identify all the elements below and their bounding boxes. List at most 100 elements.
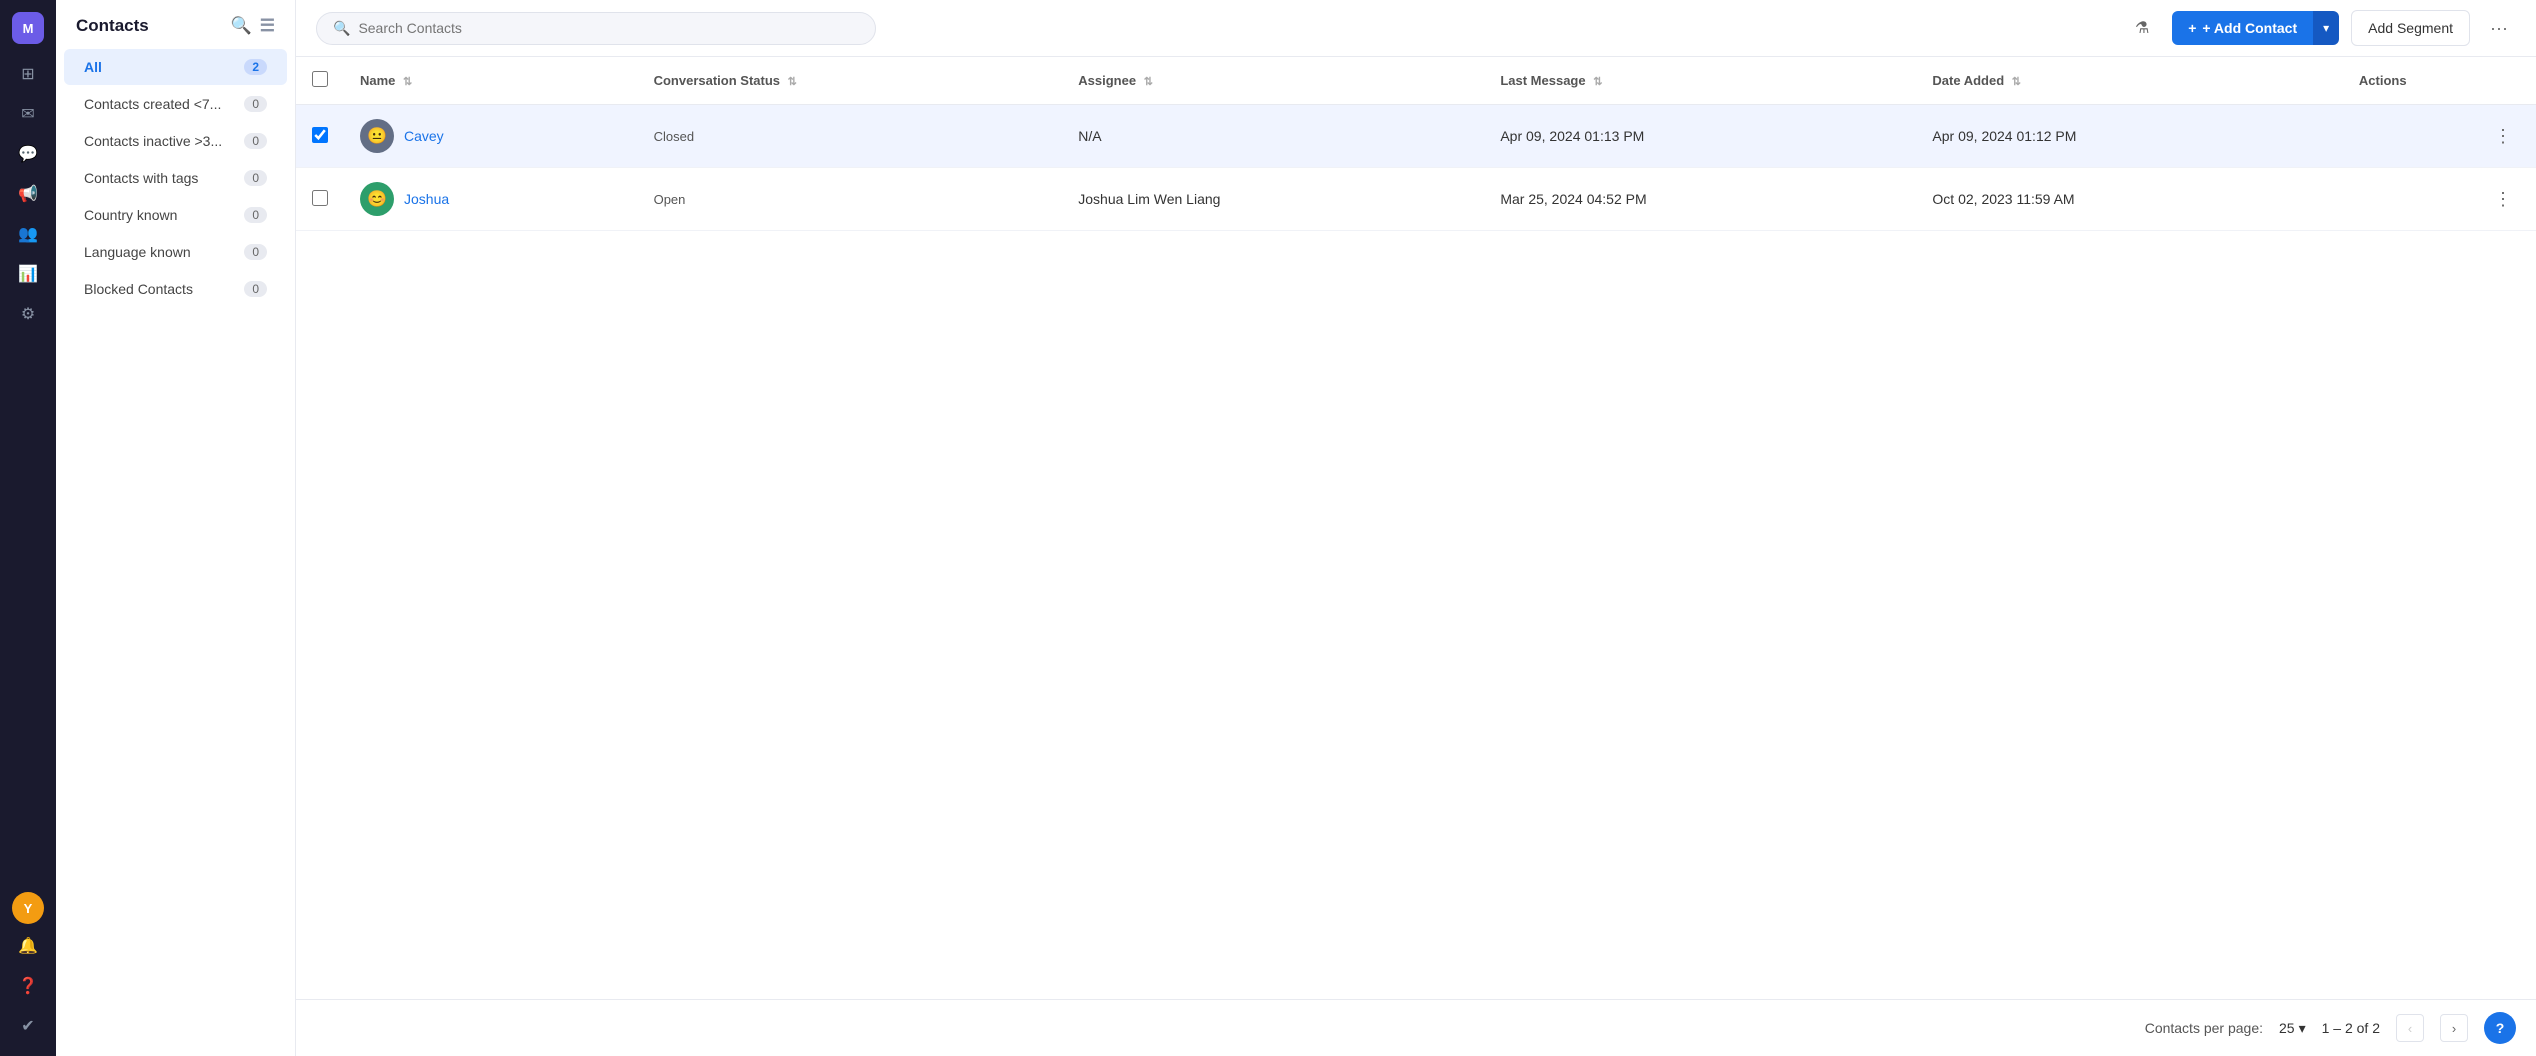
add-contact-dropdown-button[interactable]: ▾	[2313, 11, 2339, 45]
contacts-table-container: Name ⇅ Conversation Status ⇅ Assignee ⇅ …	[296, 57, 2536, 999]
row-name-cell: 😊 Joshua	[344, 168, 638, 231]
more-options-button[interactable]: ···	[2482, 14, 2516, 43]
search-box[interactable]: 🔍	[316, 12, 876, 45]
per-page-label: Contacts per page:	[2145, 1020, 2263, 1036]
sidebar-item-label: Contacts created <7...	[84, 96, 221, 112]
sidebar-item-label: All	[84, 59, 102, 75]
search-icon[interactable]: 🔍	[231, 16, 252, 36]
app-avatar[interactable]: M	[12, 12, 44, 44]
nav-megaphone-icon[interactable]: 📢	[10, 176, 46, 212]
row-last-message-cell: Apr 09, 2024 01:13 PM	[1484, 105, 1916, 168]
col-header-actions: Actions	[2343, 57, 2536, 105]
row-status-cell: Closed	[638, 105, 1063, 168]
filter-panel-icon[interactable]: ☰	[260, 16, 275, 36]
col-header-conversation-status[interactable]: Conversation Status ⇅	[638, 57, 1063, 105]
toolbar: 🔍 ⚗ + + Add Contact ▾ Add Segment ···	[296, 0, 2536, 57]
date-added-value: Oct 02, 2023 11:59 AM	[1932, 191, 2074, 207]
row-checkbox[interactable]	[312, 127, 328, 143]
per-page-select[interactable]: 25 ▾	[2279, 1020, 2306, 1037]
sidebar-item-label: Blocked Contacts	[84, 281, 193, 297]
sidebar-item-count: 0	[244, 133, 267, 149]
assignee-name: N/A	[1078, 128, 1101, 144]
row-actions-cell: ⋮	[2343, 168, 2536, 231]
user-avatar[interactable]: Y	[12, 892, 44, 924]
sidebar-item-count: 0	[244, 281, 267, 297]
contact-avatar: 😊	[360, 182, 394, 216]
nav-contacts-icon[interactable]: 👥	[10, 216, 46, 252]
table-body: 😐 Cavey Closed N/A Apr 09, 2024 01:13 PM…	[296, 105, 2536, 231]
add-contact-btn-group: + + Add Contact ▾	[2172, 11, 2339, 45]
footer: Contacts per page: 25 ▾ 1 – 2 of 2 ‹ › ?	[296, 999, 2536, 1056]
row-status-cell: Open	[638, 168, 1063, 231]
table-row: 😊 Joshua Open Joshua Lim Wen Liang Mar 2…	[296, 168, 2536, 231]
row-date-added-cell: Apr 09, 2024 01:12 PM	[1916, 105, 2342, 168]
row-assignee-cell: Joshua Lim Wen Liang	[1062, 168, 1484, 231]
pagination-info: 1 – 2 of 2	[2322, 1020, 2380, 1036]
add-contact-label: + Add Contact	[2202, 20, 2297, 36]
help-button[interactable]: ?	[2484, 1012, 2516, 1044]
sidebar: Contacts 🔍 ☰ All 2 Contacts created <7..…	[56, 0, 296, 1056]
pagination-next-button[interactable]: ›	[2440, 1014, 2468, 1042]
sidebar-title-icons[interactable]: 🔍 ☰	[231, 16, 275, 36]
search-icon: 🔍	[333, 20, 350, 37]
select-all-checkbox[interactable]	[312, 71, 328, 87]
nav-inbox-icon[interactable]: ✉	[10, 96, 46, 132]
nav-check-icon[interactable]: ✔	[10, 1008, 46, 1044]
left-navigation: M ⊞ ✉ 💬 📢 👥 📊 ⚙ Y 🔔 ❓ ✔	[0, 0, 56, 1056]
pagination-prev-button[interactable]: ‹	[2396, 1014, 2424, 1042]
sidebar-item-count: 0	[244, 96, 267, 112]
row-checkbox[interactable]	[312, 190, 328, 206]
row-actions-button[interactable]: ⋮	[2486, 185, 2520, 214]
contact-name[interactable]: Joshua	[404, 191, 449, 207]
sidebar-item-blocked-contacts[interactable]: Blocked Contacts 0	[64, 271, 287, 307]
nav-bell-icon[interactable]: 🔔	[10, 928, 46, 964]
col-header-date-added[interactable]: Date Added ⇅	[1916, 57, 2342, 105]
sidebar-item-contacts-inactive[interactable]: Contacts inactive >3... 0	[64, 123, 287, 159]
sidebar-item-contacts-with-tags[interactable]: Contacts with tags 0	[64, 160, 287, 196]
contacts-table: Name ⇅ Conversation Status ⇅ Assignee ⇅ …	[296, 57, 2536, 231]
nav-grid-icon[interactable]: ⊞	[10, 56, 46, 92]
sidebar-item-label: Country known	[84, 207, 177, 223]
contact-avatar: 😐	[360, 119, 394, 153]
row-actions-button[interactable]: ⋮	[2486, 122, 2520, 151]
sidebar-item-count: 0	[244, 244, 267, 260]
sidebar-item-country-known[interactable]: Country known 0	[64, 197, 287, 233]
col-header-last-message[interactable]: Last Message ⇅	[1484, 57, 1916, 105]
sidebar-items: All 2 Contacts created <7... 0 Contacts …	[56, 48, 295, 308]
per-page-chevron-icon: ▾	[2299, 1020, 2306, 1037]
row-date-added-cell: Oct 02, 2023 11:59 AM	[1916, 168, 2342, 231]
nav-settings-icon[interactable]: ⚙	[10, 296, 46, 332]
sidebar-item-label: Language known	[84, 244, 191, 260]
sidebar-item-all[interactable]: All 2	[64, 49, 287, 85]
row-checkbox-cell	[296, 105, 344, 168]
contact-name[interactable]: Cavey	[404, 128, 444, 144]
row-checkbox-cell	[296, 168, 344, 231]
nav-chat-icon[interactable]: 💬	[10, 136, 46, 172]
add-segment-button[interactable]: Add Segment	[2351, 10, 2470, 46]
main-content: 🔍 ⚗ + + Add Contact ▾ Add Segment ··· Na…	[296, 0, 2536, 1056]
sidebar-item-contacts-created[interactable]: Contacts created <7... 0	[64, 86, 287, 122]
search-input[interactable]	[358, 20, 859, 36]
select-all-header	[296, 57, 344, 105]
row-actions-cell: ⋮	[2343, 105, 2536, 168]
conversation-status: Open	[654, 192, 686, 207]
sidebar-item-language-known[interactable]: Language known 0	[64, 234, 287, 270]
plus-icon: +	[2188, 20, 2196, 36]
sidebar-item-count: 0	[244, 207, 267, 223]
nav-reports-icon[interactable]: 📊	[10, 256, 46, 292]
sidebar-item-count: 2	[244, 59, 267, 75]
sidebar-title: Contacts 🔍 ☰	[56, 0, 295, 48]
table-header-row: Name ⇅ Conversation Status ⇅ Assignee ⇅ …	[296, 57, 2536, 105]
add-contact-button[interactable]: + + Add Contact	[2172, 11, 2313, 45]
filter-icon[interactable]: ⚗	[2124, 10, 2160, 46]
date-added-value: Apr 09, 2024 01:12 PM	[1932, 128, 2076, 144]
col-header-name[interactable]: Name ⇅	[344, 57, 638, 105]
sidebar-title-text: Contacts	[76, 16, 149, 36]
nav-help-icon[interactable]: ❓	[10, 968, 46, 1004]
last-message-time: Apr 09, 2024 01:13 PM	[1500, 128, 1644, 144]
sidebar-item-label: Contacts with tags	[84, 170, 198, 186]
row-assignee-cell: N/A	[1062, 105, 1484, 168]
conversation-status: Closed	[654, 129, 694, 144]
row-last-message-cell: Mar 25, 2024 04:52 PM	[1484, 168, 1916, 231]
col-header-assignee[interactable]: Assignee ⇅	[1062, 57, 1484, 105]
